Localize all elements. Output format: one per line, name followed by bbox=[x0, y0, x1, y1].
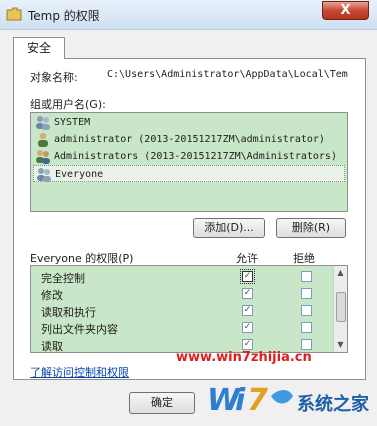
users-group-icon bbox=[36, 150, 50, 164]
list-item-label: Administrators (2013-20151217ZM\Administ… bbox=[54, 151, 337, 162]
add-button[interactable]: 添加(D)... bbox=[193, 218, 265, 238]
help-link[interactable]: 了解访问控制和权限 bbox=[30, 364, 129, 380]
svg-text:系统之家: 系统之家 bbox=[297, 393, 370, 415]
groups-listbox[interactable]: SYSTEM administrator (2013-20151217ZM\ad… bbox=[30, 112, 348, 212]
list-item-label: Everyone bbox=[55, 169, 104, 180]
list-item[interactable]: SYSTEM bbox=[33, 114, 345, 131]
permissions-table: 完全控制 ✓ 修改 ✓ 读取和执行 ✓ 列出文件夹内容 ✓ 读取 ✓ ▲ ▼ bbox=[30, 265, 348, 353]
scroll-up-icon[interactable]: ▲ bbox=[336, 268, 345, 277]
deny-checkbox[interactable] bbox=[301, 305, 312, 316]
window-title: Temp 的权限 bbox=[28, 9, 100, 23]
list-item[interactable]: Administrators (2013-20151217ZM\Administ… bbox=[33, 148, 345, 165]
list-item-label: SYSTEM bbox=[54, 117, 91, 128]
deny-checkbox[interactable] bbox=[301, 288, 312, 299]
allow-checkbox[interactable]: ✓ bbox=[240, 269, 255, 284]
permission-row: 修改 ✓ bbox=[31, 285, 331, 302]
deny-checkbox[interactable] bbox=[301, 322, 312, 333]
permission-name: 读取 bbox=[41, 340, 63, 353]
deny-header: 拒绝 bbox=[293, 252, 315, 265]
svg-text:i: i bbox=[235, 383, 246, 418]
permissions-label: Everyone 的权限(P) bbox=[30, 252, 134, 265]
permissions-scrollbar[interactable]: ▲ ▼ bbox=[333, 266, 347, 352]
folder-icon bbox=[6, 7, 22, 21]
permission-name: 修改 bbox=[41, 289, 63, 302]
allow-header: 允许 bbox=[236, 252, 258, 265]
list-item[interactable]: administrator (2013-20151217ZM\administr… bbox=[33, 131, 345, 148]
permission-row: 读取和执行 ✓ bbox=[31, 302, 331, 319]
allow-checkbox[interactable]: ✓ bbox=[242, 288, 253, 299]
users-group-icon bbox=[36, 116, 50, 130]
deny-checkbox[interactable] bbox=[301, 271, 312, 282]
object-name-value: C:\Users\Administrator\AppData\Local\Tem bbox=[107, 69, 348, 80]
permission-row: 完全控制 ✓ bbox=[31, 268, 331, 285]
permission-row: 列出文件夹内容 ✓ bbox=[31, 319, 331, 336]
tab-security[interactable]: 安全 bbox=[13, 37, 65, 59]
svg-text:7: 7 bbox=[247, 383, 268, 418]
object-name-label: 对象名称: bbox=[30, 71, 78, 84]
scroll-down-icon[interactable]: ▼ bbox=[336, 340, 345, 349]
title-bar: Temp 的权限 X bbox=[0, 0, 377, 30]
list-item-selected[interactable]: Everyone bbox=[33, 165, 345, 182]
user-icon bbox=[38, 132, 48, 147]
remove-button[interactable]: 删除(R) bbox=[276, 218, 346, 238]
permission-name: 读取和执行 bbox=[41, 306, 96, 319]
permission-name: 列出文件夹内容 bbox=[41, 323, 118, 336]
list-item-label: administrator (2013-20151217ZM\administr… bbox=[54, 134, 325, 145]
close-button[interactable]: X bbox=[322, 1, 369, 20]
allow-checkbox[interactable]: ✓ bbox=[242, 322, 253, 333]
ok-button[interactable]: 确定 bbox=[129, 392, 195, 414]
deny-checkbox[interactable] bbox=[301, 339, 312, 350]
watermark-url: www.win7zhijia.cn bbox=[176, 350, 312, 365]
scroll-thumb[interactable] bbox=[336, 292, 346, 322]
allow-checkbox[interactable]: ✓ bbox=[242, 339, 253, 350]
permission-name: 完全控制 bbox=[41, 272, 85, 285]
users-group-icon bbox=[37, 168, 51, 182]
allow-checkbox[interactable]: ✓ bbox=[242, 305, 253, 316]
groups-label: 组或用户名(G): bbox=[30, 98, 106, 111]
watermark-logo: W i 7 系统之家 bbox=[207, 383, 370, 418]
permissions-dialog: Temp 的权限 X 安全 对象名称: C:\Users\Administrat… bbox=[0, 0, 377, 426]
